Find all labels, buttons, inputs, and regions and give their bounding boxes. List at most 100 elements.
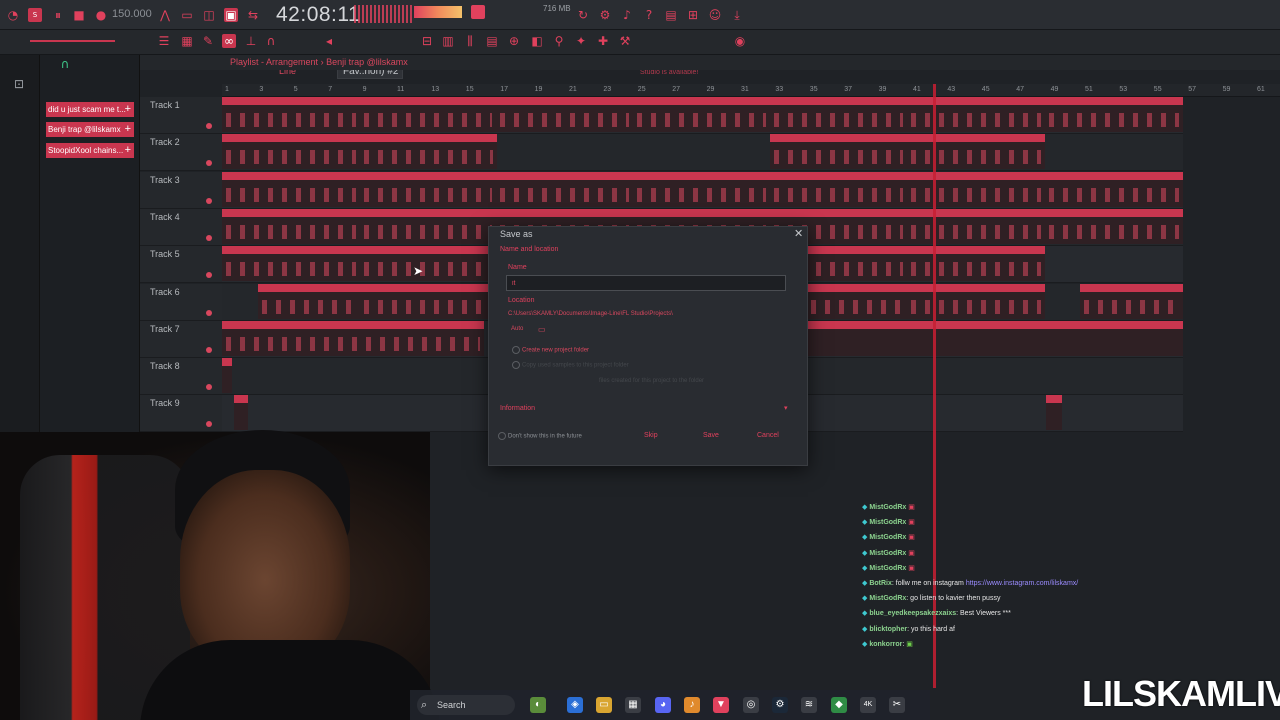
playlist-clip[interactable]: Basic hihat 1 (@prodryhon) [1045, 171, 1183, 207]
browser-folder-icon[interactable]: ⊡ [12, 77, 26, 91]
pattern-item[interactable]: Benji trap @lilskamx + [46, 122, 134, 137]
track-header[interactable]: Track 4 [140, 208, 222, 246]
chat-username[interactable]: MistGodRx [869, 550, 906, 557]
playlist-clip[interactable]: Master - Volume [222, 320, 484, 356]
track-lane[interactable]: XV-5080 #2 XV-5080 #2 XV-5080 #2 XV-5080 #2 [222, 134, 1183, 172]
app2-icon[interactable]: ≋ [801, 697, 817, 713]
playlist-icon[interactable]: ☰ [157, 34, 171, 48]
pattern-arrow-icon[interactable]: ◂ [322, 34, 336, 48]
playlist-view-icon[interactable]: ▤ [485, 34, 499, 48]
tempo-display[interactable]: 150.000 [112, 8, 152, 20]
plugin-picker-icon[interactable]: ⊕ [507, 34, 521, 48]
link-icon[interactable]: ∞ [222, 34, 236, 48]
add-icon[interactable]: + [125, 102, 131, 117]
playlist-clip[interactable]: XV-5080 [1045, 97, 1183, 132]
add-icon[interactable]: + [125, 122, 131, 137]
download-icon[interactable]: ⤓ [730, 8, 744, 22]
track-header[interactable]: Track 9 [140, 395, 222, 433]
mixer-icon[interactable]: ⫼ [463, 34, 477, 48]
mic-icon[interactable]: ♪ [620, 8, 634, 22]
chat-username[interactable]: MistGodRx [869, 519, 906, 526]
chat-username[interactable]: MistGodRx [869, 565, 906, 572]
playlist-clip[interactable]: XV-5080 [222, 97, 360, 132]
wait-icon[interactable]: ▭ [180, 8, 194, 22]
playlist-clip[interactable]: mind fields 808 @lilskamx [807, 283, 907, 319]
playlist-clip[interactable]: Fav snare 3 (@prodryhon) #2 [907, 246, 1045, 282]
skip-button[interactable]: Skip [644, 432, 658, 439]
piano-roll-icon[interactable]: ▦ [180, 34, 194, 48]
folder-icon[interactable]: ▭ [538, 325, 546, 334]
metronome-icon[interactable]: ⋀ [158, 8, 172, 22]
project-icon[interactable]: ◧ [530, 34, 544, 48]
name-input[interactable] [506, 275, 786, 291]
step-edit-icon[interactable]: ⇆ [246, 8, 260, 22]
playlist-clip[interactable] [222, 358, 232, 394]
pencil-icon[interactable]: ✎ [201, 34, 215, 48]
playlist-clip[interactable]: XV-5080 #2 [907, 134, 1045, 170]
close-icon[interactable]: ✕ [794, 227, 803, 240]
pattern-item[interactable]: did u just scam me t... + [46, 102, 134, 117]
chat-username[interactable]: MistGodRx [869, 534, 906, 541]
chat-link[interactable]: https://www.instagram.com/lilskamx/ [966, 580, 1078, 587]
app-icon[interactable]: ◐ [530, 697, 546, 713]
track-mute-icon[interactable] [206, 421, 212, 428]
playlist-clip[interactable]: Basic hihat 1 (@prodryhon) [633, 171, 770, 207]
stop-icon[interactable]: ■ [72, 8, 86, 22]
playlist-clip[interactable]: mind fields 808 @lilskamx #2 [360, 283, 496, 319]
news-icon[interactable]: ◉ [733, 34, 747, 48]
information-section[interactable]: Information [500, 405, 535, 412]
loop-record-icon[interactable]: ▣ [224, 8, 238, 22]
playlist-clip[interactable] [1046, 395, 1062, 431]
playlist-clip[interactable]: XV-5080 [770, 97, 907, 132]
chat-username[interactable]: blue_eyedkeepsakezxaixs [869, 610, 956, 617]
playlist-clip[interactable]: Basic hihat 1 (@prodryhon) [222, 171, 360, 207]
brave-icon[interactable]: ▼ [713, 697, 729, 713]
timecode-display[interactable]: 42:08:11 [276, 3, 360, 27]
timeline-ruler[interactable]: 1 3 5 7 9 11 13 15 17 19 21 23 25 27 29 31 33 35 37 39 41 43 4… [222, 84, 1280, 97]
playlist-clip[interactable]: XV-5080 #2 [360, 134, 497, 170]
track-mute-icon[interactable] [206, 234, 212, 241]
save-icon[interactable]: ▤ [664, 8, 678, 22]
copilot-icon[interactable]: ◈ [567, 697, 583, 713]
cancel-button[interactable]: Cancel [757, 432, 779, 439]
track-mute-icon[interactable] [206, 309, 212, 316]
playlist-clip[interactable]: XV-5080 #2 [222, 134, 360, 170]
script-icon[interactable]: ✚ [596, 34, 610, 48]
track-mute-icon[interactable] [206, 197, 212, 204]
playlist-clip[interactable]: mind fields 808 @lilskamx [258, 283, 360, 319]
countdown-icon[interactable]: ◫ [202, 8, 216, 22]
location-path[interactable]: C:\Users\SKAMLY\Documents\Image-Line\FL … [508, 311, 673, 317]
playlist-clip[interactable]: Basic hihat 1 (@prodryhon) [496, 171, 633, 207]
playlist-clip[interactable]: Basic hihat 1 (@prodryhon) [770, 171, 907, 207]
playlist-clip[interactable]: mind fields 808 @lilskamx #2 [907, 283, 1045, 319]
playlist-clip[interactable]: Basic hihat 1 (@prodryhon) [907, 171, 1045, 207]
record-icon[interactable]: ● [94, 8, 108, 22]
capcut-icon[interactable]: ✂ [889, 697, 905, 713]
playlist-clip[interactable]: Eq clap (@prodryhon) [360, 208, 496, 244]
track-header[interactable]: Track 7 [140, 320, 222, 358]
fl-logo-icon[interactable]: ◔ [6, 8, 20, 22]
file-explorer-icon[interactable]: ▭ [596, 697, 612, 713]
track-mute-icon[interactable] [206, 384, 212, 391]
playlist-clip[interactable]: XV-5080 [496, 97, 633, 132]
track-mute-icon[interactable] [206, 272, 212, 279]
help-icon[interactable]: ? [642, 8, 656, 22]
export-icon[interactable]: ⊞ [686, 8, 700, 22]
master-volume-slider[interactable] [30, 40, 115, 42]
browser-icon[interactable]: ⊟ [420, 34, 434, 48]
channel-rack-icon[interactable]: ▥ [441, 34, 455, 48]
playlist-clip[interactable]: mind fields 808 @lilskamx #3 [1080, 283, 1183, 319]
track-header[interactable]: Track 8 [140, 358, 222, 396]
save-button[interactable]: Save [703, 432, 719, 439]
snap-magnet-icon[interactable]: ∩ [58, 57, 72, 71]
playlist-clip[interactable]: Eq clap (@prodryhon) [222, 208, 360, 244]
playlist-clip[interactable]: Eq clap (@prodryhon) [1045, 208, 1183, 244]
discord-icon[interactable]: ◕ [655, 697, 671, 713]
track-header[interactable]: Track 5 [140, 246, 222, 284]
chat-username[interactable]: MistGodRx [869, 504, 906, 511]
magnet-icon[interactable]: ∩ [264, 34, 278, 48]
track-header[interactable]: Track 1 [140, 97, 222, 134]
playlist-clip[interactable]: XV-5080 #2 [770, 134, 907, 170]
track-lane[interactable]: Basic hihat 1 (@prodryhon) Basic hihat 1 … [222, 171, 1183, 209]
obs-icon[interactable]: ◎ [743, 697, 759, 713]
